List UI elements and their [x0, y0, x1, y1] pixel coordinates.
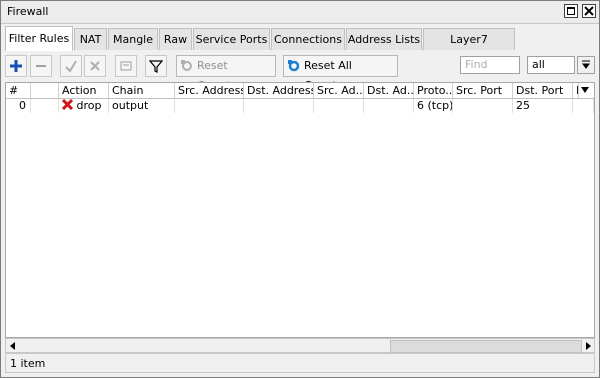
reset-all-counters-icon [288, 60, 300, 72]
find-input[interactable]: Find [460, 56, 520, 74]
firewall-window: Firewall Filter Rules NAT Mangle Raw Ser… [0, 0, 600, 378]
tab-connections[interactable]: Connections [271, 28, 345, 50]
column-header-dst-ad[interactable]: Dst. Ad... [364, 83, 414, 98]
column-header-src-address[interactable]: Src. Address [175, 83, 244, 98]
chevron-down-icon [582, 60, 590, 69]
filter-select[interactable]: all [527, 56, 575, 74]
cell-action-label: drop [76, 99, 102, 112]
column-header-src-ad[interactable]: Src. Ad... [314, 83, 364, 98]
window-title: Firewall [7, 5, 49, 18]
tab-layer7-protocols[interactable]: Layer7 Protocols [423, 28, 515, 67]
tab-nat[interactable]: NAT [74, 28, 107, 50]
filter-button[interactable] [145, 55, 167, 77]
comment-icon [120, 61, 132, 71]
reset-counters-button[interactable]: Reset Counters [176, 55, 276, 92]
cell-src-ad [314, 99, 364, 113]
comment-button[interactable] [115, 55, 137, 77]
tab-address-lists[interactable]: Address Lists [346, 28, 422, 50]
cell-proto: 6 (tcp) [414, 99, 453, 113]
filter-icon [149, 60, 163, 73]
cell-dst-ad [364, 99, 414, 113]
cell-src-port [453, 99, 513, 113]
table-header: # Action Chain Src. Address Dst. Address… [6, 83, 594, 99]
cell-action: drop [59, 99, 109, 113]
filter-dropdown-button[interactable] [577, 56, 595, 74]
column-header-proto[interactable]: Proto... [414, 83, 453, 98]
scrollbar-thumb[interactable] [390, 340, 582, 353]
toolbar: Reset Counters Reset All Counters Find a… [5, 52, 595, 92]
tab-service-ports[interactable]: Service Ports [193, 28, 270, 50]
plus-icon [10, 60, 22, 72]
close-button[interactable] [582, 4, 596, 18]
cell-flags [31, 99, 59, 113]
tab-mangle[interactable]: Mangle [108, 28, 158, 50]
status-bar: 1 item [5, 353, 595, 373]
column-header-action[interactable]: Action [59, 83, 109, 98]
remove-button[interactable] [30, 55, 52, 77]
horizontal-scrollbar[interactable] [5, 338, 595, 353]
cell-chain: output [109, 99, 175, 113]
column-header-flags[interactable] [31, 83, 59, 98]
column-menu-icon[interactable] [580, 85, 590, 95]
cell-number: 0 [6, 99, 31, 113]
tab-filter-rules[interactable]: Filter Rules [5, 26, 73, 51]
cell-in [573, 99, 594, 113]
column-header-dst-address[interactable]: Dst. Address [244, 83, 314, 98]
item-count: 1 item [10, 357, 46, 370]
column-header-number[interactable]: # [6, 83, 31, 98]
minus-icon [36, 65, 46, 67]
enable-button[interactable] [60, 55, 82, 77]
reset-all-counters-button[interactable]: Reset All Counters [283, 55, 398, 92]
column-header-chain[interactable]: Chain [109, 83, 175, 98]
close-icon [584, 6, 594, 16]
cell-dst-port: 25 [513, 99, 573, 113]
column-header-dst-port[interactable]: Dst. Port [513, 83, 573, 98]
reset-counters-icon [181, 60, 192, 71]
x-icon [90, 61, 100, 71]
disable-button[interactable] [84, 55, 106, 77]
scroll-left-icon[interactable] [9, 341, 17, 351]
cell-dst-address [244, 99, 314, 113]
column-header-in[interactable]: In [573, 83, 579, 98]
table-row[interactable]: 0 drop output 6 (tcp) 25 [6, 99, 594, 113]
add-button[interactable] [5, 55, 27, 77]
check-icon [65, 60, 77, 73]
maximize-button[interactable] [564, 4, 578, 18]
rules-table: # Action Chain Src. Address Dst. Address… [5, 82, 595, 338]
title-bar: Firewall [1, 1, 599, 24]
tab-raw[interactable]: Raw [159, 28, 192, 50]
column-header-src-port[interactable]: Src. Port [453, 83, 513, 98]
drop-icon [61, 99, 74, 111]
scroll-right-icon[interactable] [584, 341, 592, 351]
cell-src-address [175, 99, 244, 113]
